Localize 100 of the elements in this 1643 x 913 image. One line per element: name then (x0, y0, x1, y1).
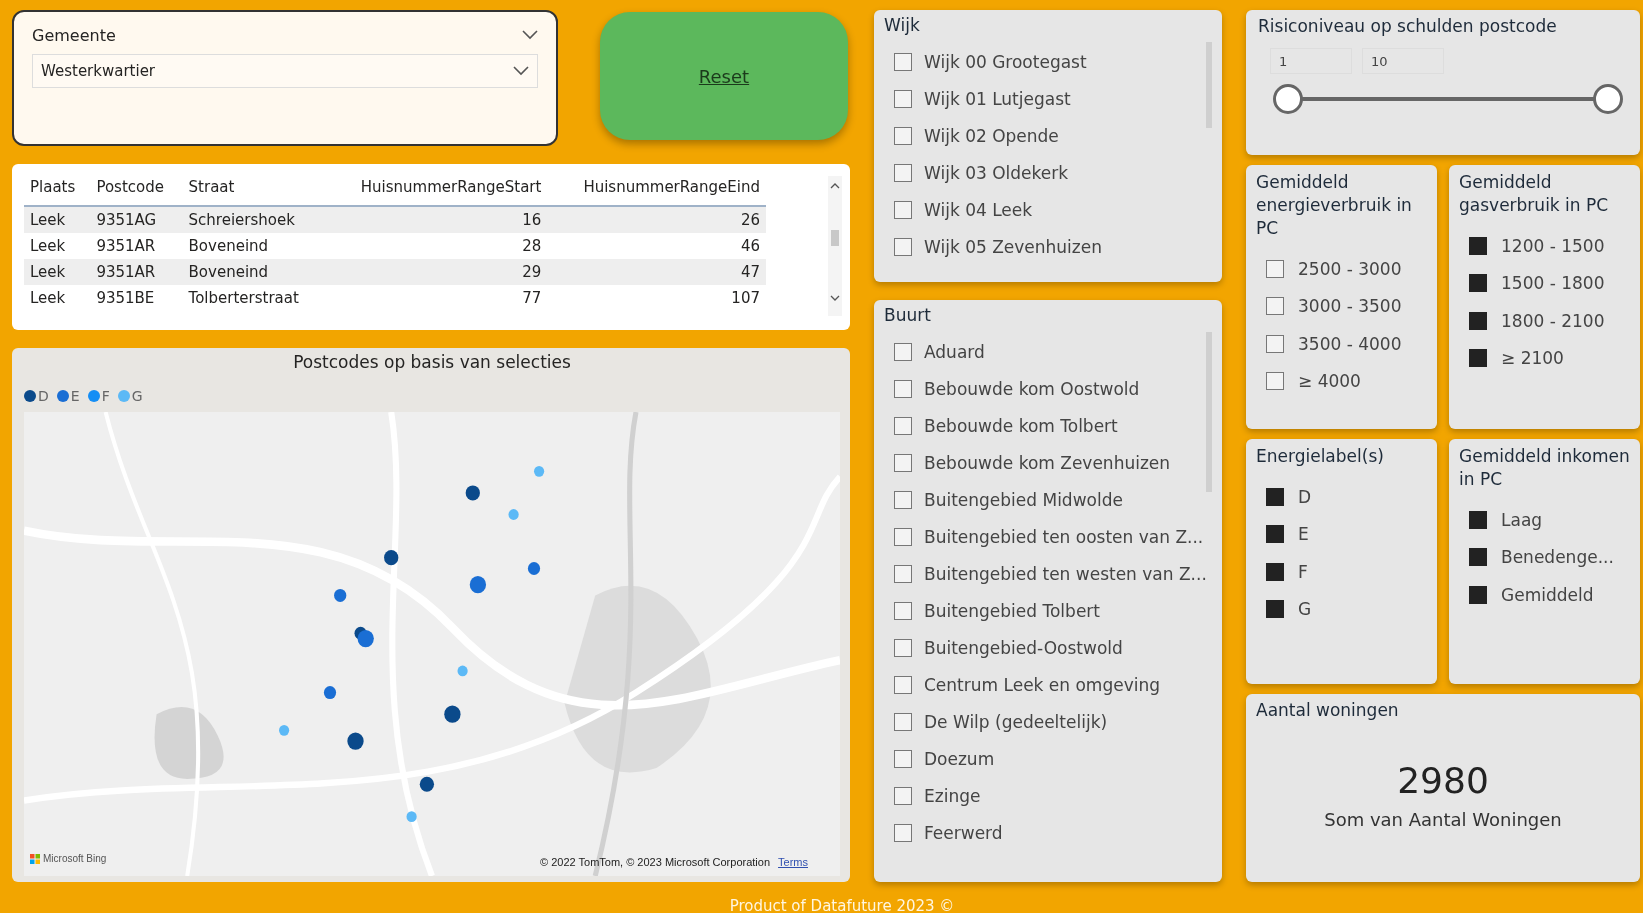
slicer-item[interactable]: 1200 - 1500 (1459, 227, 1632, 265)
slicer-title: Gemiddeld inkomen in PC (1459, 445, 1631, 491)
checkbox[interactable] (894, 52, 912, 71)
slider-thumb[interactable] (1593, 84, 1623, 114)
slicer-item-label: D (1298, 486, 1312, 507)
checkbox[interactable] (894, 163, 912, 182)
checkbox[interactable] (1469, 548, 1487, 567)
checkbox[interactable] (894, 342, 912, 361)
scrollbar-thumb[interactable] (831, 230, 839, 246)
chevron-down-icon[interactable] (522, 30, 538, 40)
slicer-item[interactable]: Feerwerd (884, 814, 1196, 851)
max-value-field[interactable]: 10 (1362, 48, 1444, 74)
checkbox[interactable] (894, 416, 912, 435)
checkbox[interactable] (1266, 600, 1284, 619)
slicer-item[interactable]: ≥ 2100 (1459, 339, 1632, 377)
checkbox[interactable] (894, 749, 912, 768)
slicer-item[interactable]: Doezum (884, 740, 1196, 777)
slicer-item[interactable]: Wijk 03 Oldekerk (884, 154, 1196, 191)
slicer-item[interactable]: Buitengebied Midwolde (884, 481, 1196, 518)
checkbox[interactable] (1469, 510, 1487, 529)
slicer-item-label: Bebouwde kom Zevenhuizen (924, 452, 1171, 473)
checkbox[interactable] (894, 823, 912, 842)
table-cell: 107 (547, 285, 766, 311)
slicer-item-label: F (1298, 561, 1308, 582)
slicer-item[interactable]: Wijk 01 Lutjegast (884, 80, 1196, 117)
slicer-item[interactable]: F (1256, 553, 1429, 591)
slicer-item[interactable]: Wijk 05 Zevenhuizen (884, 228, 1196, 265)
checkbox[interactable] (1469, 311, 1487, 330)
checkbox[interactable] (894, 786, 912, 805)
checkbox[interactable] (1266, 297, 1284, 316)
checkbox[interactable] (894, 527, 912, 546)
checkbox[interactable] (1469, 274, 1487, 293)
legend-label: D (38, 388, 49, 404)
checkbox[interactable] (1266, 487, 1284, 506)
checkbox[interactable] (894, 675, 912, 694)
checkbox[interactable] (1266, 259, 1284, 278)
checkbox[interactable] (894, 564, 912, 583)
slicer-item[interactable]: Wijk 02 Opende (884, 117, 1196, 154)
slicer-item[interactable]: Buitengebied-Oostwold (884, 629, 1196, 666)
scrollbar[interactable] (828, 176, 842, 316)
slicer-item[interactable]: ≥ 4000 (1256, 362, 1429, 400)
footer-text: Product of Datafuture 2023 © (729, 897, 955, 913)
slicer-item-label: ≥ 4000 (1298, 371, 1361, 392)
table-cell: 9351AR (90, 233, 183, 259)
checkbox[interactable] (894, 237, 912, 256)
reset-button[interactable]: Reset (600, 12, 848, 140)
slicer-item[interactable]: 3500 - 4000 (1256, 325, 1429, 363)
slicer-item[interactable]: D (1256, 478, 1429, 516)
slicer-item[interactable]: Wijk 00 Grootegast (884, 43, 1196, 80)
checkbox[interactable] (1266, 525, 1284, 544)
table-cell: 26 (547, 206, 766, 233)
checkbox[interactable] (894, 601, 912, 620)
slicer-item[interactable]: Buitengebied Tolbert (884, 592, 1196, 629)
checkbox[interactable] (1469, 585, 1487, 604)
terms-link[interactable]: Terms (778, 856, 808, 868)
slicer-item[interactable]: Bebouwde kom Tolbert (884, 407, 1196, 444)
slicer-item[interactable]: 2500 - 3000 (1256, 250, 1429, 288)
slicer-item[interactable]: Bebouwde kom Oostwold (884, 370, 1196, 407)
checkbox[interactable] (894, 638, 912, 657)
dropdown-field[interactable]: Westerkwartier (32, 54, 538, 88)
slicer-item[interactable]: Aduard (884, 333, 1196, 370)
checkbox[interactable] (1266, 372, 1284, 391)
checkbox[interactable] (894, 453, 912, 472)
slicer-item[interactable]: Bebouwde kom Zevenhuizen (884, 444, 1196, 481)
slicer-item[interactable]: Laag (1459, 501, 1632, 539)
chevron-up-icon[interactable] (830, 182, 840, 189)
checkbox[interactable] (894, 379, 912, 398)
checkbox[interactable] (894, 490, 912, 509)
slicer-item-label: G (1298, 599, 1312, 620)
range-slider[interactable] (1273, 84, 1623, 114)
card-title: Aantal woningen (1256, 700, 1399, 720)
slicer-item[interactable]: 1500 - 1800 (1459, 264, 1632, 302)
checkbox[interactable] (1469, 349, 1487, 368)
slicer-title: Buurt (884, 304, 932, 327)
min-value-field[interactable]: 1 (1270, 48, 1352, 74)
slicer-item[interactable]: 3000 - 3500 (1256, 287, 1429, 325)
slicer-item[interactable]: E (1256, 515, 1429, 553)
checkbox[interactable] (1469, 236, 1487, 255)
kpi-caption: Som van Aantal Woningen (1324, 809, 1562, 830)
slicer-item[interactable]: 1800 - 2100 (1459, 302, 1632, 340)
slicer-item[interactable]: G (1256, 590, 1429, 628)
slicer-item[interactable]: Wijk 04 Leek (884, 191, 1196, 228)
checkbox[interactable] (1266, 562, 1284, 581)
chevron-down-icon[interactable] (830, 295, 840, 302)
slicer-item-label: 2500 - 3000 (1298, 258, 1402, 279)
slicer-item[interactable]: Ezinge (884, 777, 1196, 814)
table-cell: Leek (24, 206, 91, 233)
slicer-item[interactable]: Centrum Leek en omgeving (884, 666, 1196, 703)
checkbox[interactable] (894, 89, 912, 108)
checkbox[interactable] (1266, 334, 1284, 353)
slicer-item[interactable]: De Wilp (gedeeltelijk) (884, 703, 1196, 740)
checkbox[interactable] (894, 712, 912, 731)
checkbox[interactable] (894, 126, 912, 145)
bing-logo: Microsoft Bing (30, 853, 107, 864)
chevron-down-icon[interactable] (513, 66, 529, 76)
slicer-item[interactable]: Benedenge... (1459, 538, 1632, 576)
slicer-item[interactable]: Gemiddeld (1459, 576, 1632, 614)
checkbox[interactable] (894, 200, 912, 219)
slider-thumb[interactable] (1273, 84, 1303, 114)
slicer-item-label: Wijk 01 Lutjegast (924, 88, 1071, 109)
